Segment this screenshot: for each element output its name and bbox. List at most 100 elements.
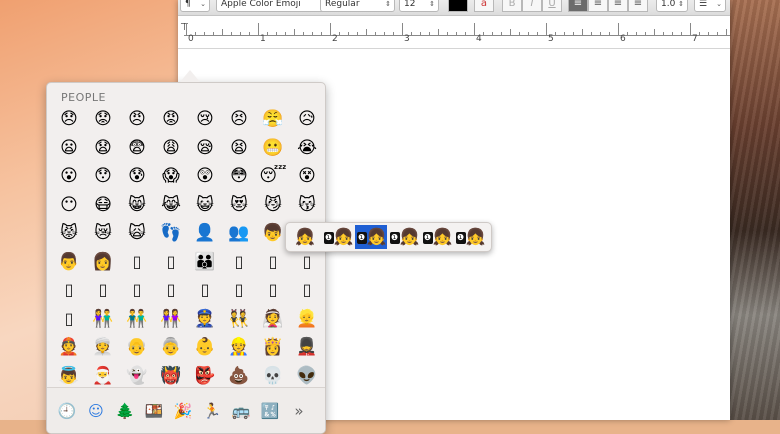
travel-icon[interactable]: 🚌 xyxy=(230,400,252,422)
emoji-cell[interactable]: 😡 xyxy=(155,107,187,131)
bold-button[interactable]: B xyxy=(502,0,522,12)
emoji-cell[interactable]: 😟 xyxy=(87,107,119,131)
emoji-cell[interactable]: 😳 xyxy=(223,164,255,188)
activity-icon[interactable]: 🏃 xyxy=(201,400,223,422)
emoji-cell[interactable]: ▯ xyxy=(121,278,153,302)
tab-stop-icon[interactable]: ⊤ xyxy=(180,22,189,33)
emoji-cell[interactable]: 💀 xyxy=(257,364,289,388)
emoji-cell[interactable]: 😥 xyxy=(291,107,323,131)
emoji-cell[interactable]: 😧 xyxy=(87,136,119,160)
emoji-cell[interactable]: 👫 xyxy=(87,307,119,331)
emoji-cell[interactable]: ▯ xyxy=(121,250,153,274)
emoji-cell[interactable]: 😣 xyxy=(223,107,255,131)
emoji-cell[interactable]: 👸 xyxy=(257,335,289,359)
symbols-icon[interactable]: 🔣 xyxy=(259,400,281,422)
emoji-cell[interactable]: ▯ xyxy=(223,278,255,302)
align-center-button[interactable]: ≡ xyxy=(588,0,608,12)
emoji-cell[interactable]: ▯ xyxy=(223,250,255,274)
emoji-cell[interactable]: 😺 xyxy=(189,193,221,217)
emoji-cell[interactable]: 👵 xyxy=(155,335,187,359)
emoji-cell[interactable]: 👣 xyxy=(155,221,187,245)
emoji-cell[interactable]: 👽 xyxy=(291,364,323,388)
text-color-well[interactable] xyxy=(448,0,468,12)
highlight-color-well[interactable]: a xyxy=(474,0,494,12)
emoji-cell[interactable]: 👱 xyxy=(291,307,323,331)
emoji-cell[interactable]: ▯ xyxy=(53,278,85,302)
emoji-cell[interactable]: 👤 xyxy=(189,221,221,245)
nature-icon[interactable]: 🌲 xyxy=(114,400,136,422)
emoji-cell[interactable]: ▯ xyxy=(291,250,323,274)
emoji-cell[interactable]: ▯ xyxy=(155,278,187,302)
emoji-cell[interactable]: 😹 xyxy=(155,193,187,217)
justify-button[interactable]: ≡ xyxy=(628,0,648,12)
emoji-cell[interactable]: 😴 xyxy=(257,164,289,188)
skin-tone-variant[interactable]: ❶👧 xyxy=(421,225,453,249)
emoji-cell[interactable]: 👥 xyxy=(223,221,255,245)
emoji-cell[interactable]: 😶 xyxy=(53,193,85,217)
emoji-cell[interactable]: 👰 xyxy=(257,307,289,331)
more-icon[interactable]: » xyxy=(288,400,310,422)
emoji-cell[interactable]: 👼 xyxy=(53,364,85,388)
emoji-cell[interactable]: 💂 xyxy=(291,335,323,359)
emoji-cell[interactable]: 😬 xyxy=(257,136,289,160)
emoji-cell[interactable]: 😻 xyxy=(223,193,255,217)
emoji-cell[interactable]: 😿 xyxy=(87,221,119,245)
line-spacing-popup[interactable]: 1.0 ⇕ xyxy=(656,0,688,12)
ruler[interactable]: ⊤ 0 1 2 3 4 5 6 7 xyxy=(178,16,730,49)
emoji-cell[interactable]: ▯ xyxy=(257,278,289,302)
emoji-cell[interactable]: ▯ xyxy=(257,250,289,274)
emoji-cell[interactable]: ▯ xyxy=(189,278,221,302)
emoji-cell[interactable]: 👪 xyxy=(189,250,221,274)
emoji-cell[interactable]: 👭 xyxy=(155,307,187,331)
emoji-cell[interactable]: 😼 xyxy=(257,193,289,217)
skin-tone-variant[interactable]: 👧 xyxy=(289,225,321,249)
emoji-cell[interactable]: 😾 xyxy=(53,221,85,245)
skin-tone-variant[interactable]: ❶👧 xyxy=(355,225,387,249)
skin-tone-variant[interactable]: ❶👧 xyxy=(454,225,486,249)
food-icon[interactable]: 🍱 xyxy=(143,400,165,422)
emoji-cell[interactable]: 👶 xyxy=(189,335,221,359)
emoji-cell[interactable]: 💩 xyxy=(223,364,255,388)
emoji-cell[interactable]: 👮 xyxy=(189,307,221,331)
underline-button[interactable]: U xyxy=(542,0,562,12)
emoji-cell[interactable]: 👯 xyxy=(223,307,255,331)
emoji-cell[interactable]: 😫 xyxy=(223,136,255,160)
emoji-cell[interactable]: 😱 xyxy=(155,164,187,188)
emoji-cell[interactable]: 😢 xyxy=(189,107,221,131)
emoji-cell[interactable]: 😽 xyxy=(291,193,323,217)
font-family-popup[interactable]: Apple Color Emoji⇕ xyxy=(216,0,332,12)
emoji-cell[interactable]: 😸 xyxy=(121,193,153,217)
italic-button[interactable]: I xyxy=(522,0,542,12)
emoji-cell[interactable]: 😤 xyxy=(257,107,289,131)
emoji-cell[interactable]: 👹 xyxy=(155,364,187,388)
people-icon[interactable]: ☺ xyxy=(85,400,107,422)
emoji-cell[interactable]: 👺 xyxy=(189,364,221,388)
emoji-cell[interactable]: 👴 xyxy=(121,335,153,359)
emoji-cell[interactable]: 😮 xyxy=(53,164,85,188)
emoji-cell[interactable]: 😵 xyxy=(291,164,323,188)
emoji-cell[interactable]: 😭 xyxy=(291,136,323,160)
skin-tone-variant[interactable]: ❶👧 xyxy=(322,225,354,249)
emoji-cell[interactable]: 👳 xyxy=(87,335,119,359)
emoji-cell[interactable]: ▯ xyxy=(155,250,187,274)
emoji-cell[interactable]: 👷 xyxy=(223,335,255,359)
skin-tone-variant[interactable]: ❶👧 xyxy=(388,225,420,249)
emoji-cell[interactable]: 😨 xyxy=(121,136,153,160)
paragraph-style-popup[interactable]: ¶ ⌄ xyxy=(180,0,210,12)
emoji-cell[interactable]: 😰 xyxy=(121,164,153,188)
emoji-cell[interactable]: ▯ xyxy=(291,278,323,302)
celebration-icon[interactable]: 🎉 xyxy=(172,400,194,422)
align-right-button[interactable]: ≡ xyxy=(608,0,628,12)
emoji-cell[interactable]: 👲 xyxy=(53,335,85,359)
emoji-cell[interactable]: 👬 xyxy=(121,307,153,331)
emoji-cell[interactable]: 👩 xyxy=(87,250,119,274)
emoji-cell[interactable]: 😠 xyxy=(121,107,153,131)
align-left-button[interactable]: ≡ xyxy=(568,0,588,12)
font-size-field[interactable]: 12 ⇕ xyxy=(399,0,439,12)
emoji-cell[interactable]: 👨 xyxy=(53,250,85,274)
emoji-cell[interactable]: 😞 xyxy=(53,107,85,131)
emoji-cell[interactable]: 😦 xyxy=(53,136,85,160)
font-style-popup[interactable]: Regular ⇕ xyxy=(320,0,395,12)
emoji-cell[interactable]: 😩 xyxy=(155,136,187,160)
emoji-cell[interactable]: 😪 xyxy=(189,136,221,160)
